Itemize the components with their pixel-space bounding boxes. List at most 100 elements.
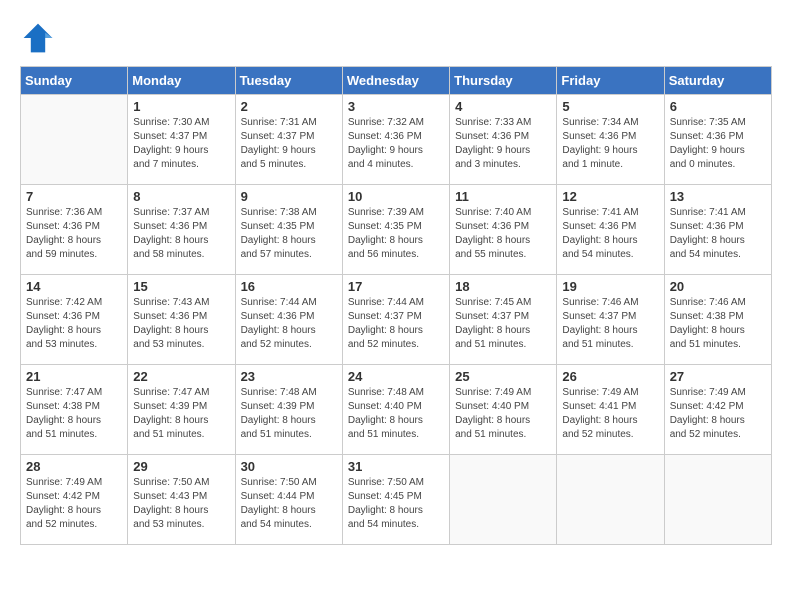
day-number: 3 <box>348 99 444 114</box>
day-info: Sunrise: 7:38 AMSunset: 4:35 PMDaylight:… <box>241 206 337 262</box>
day-number: 27 <box>670 369 766 384</box>
calendar-day-cell: 23 Sunrise: 7:48 AMSunset: 4:39 PMDayligh… <box>235 365 342 455</box>
calendar-week-row: 1 Sunrise: 7:30 AMSunset: 4:37 PMDaylight… <box>21 95 772 185</box>
day-number: 2 <box>241 99 337 114</box>
day-number: 8 <box>133 189 229 204</box>
day-number: 19 <box>562 279 658 294</box>
weekday-header: Tuesday <box>235 67 342 95</box>
calendar-day-cell: 21Sunrise: 7:47 AMSunset: 4:38 PMDayligh… <box>21 365 128 455</box>
day-number: 23 <box>241 369 337 384</box>
day-info: Sunrise: 7:43 AMSunset: 4:36 PMDaylight:… <box>133 296 229 352</box>
calendar-week-row: 14 Sunrise: 7:42 AMSunset: 4:36 PMDayligh… <box>21 275 772 365</box>
day-info: Sunrise: 7:49 AMSunset: 4:40 PMDaylight:… <box>455 386 551 442</box>
calendar-day-cell: 26Sunrise: 7:49 AMSunset: 4:41 PMDayligh… <box>557 365 664 455</box>
day-number: 16 <box>241 279 337 294</box>
calendar-header-row: SundayMondayTuesdayWednesdayThursdayFrid… <box>21 67 772 95</box>
day-number: 26 <box>562 369 658 384</box>
day-number: 31 <box>348 459 444 474</box>
calendar-week-row: 21Sunrise: 7:47 AMSunset: 4:38 PMDayligh… <box>21 365 772 455</box>
calendar-day-cell: 28Sunrise: 7:49 AMSunset: 4:42 PMDayligh… <box>21 455 128 545</box>
calendar-day-cell: 16 Sunrise: 7:44 AMSunset: 4:36 PMDayligh… <box>235 275 342 365</box>
day-number: 17 <box>348 279 444 294</box>
logo <box>20 20 60 56</box>
day-info: Sunrise: 7:30 AMSunset: 4:37 PMDaylight:… <box>133 116 229 172</box>
day-number: 6 <box>670 99 766 114</box>
calendar-day-cell: 1 Sunrise: 7:30 AMSunset: 4:37 PMDaylight… <box>128 95 235 185</box>
calendar-day-cell: 7 Sunrise: 7:36 AMSunset: 4:36 PMDaylight… <box>21 185 128 275</box>
calendar-day-cell: 17 Sunrise: 7:44 AMSunset: 4:37 PMDayligh… <box>342 275 449 365</box>
calendar: SundayMondayTuesdayWednesdayThursdayFrid… <box>20 66 772 545</box>
day-info: Sunrise: 7:42 AMSunset: 4:36 PMDaylight:… <box>26 296 122 352</box>
weekday-header: Sunday <box>21 67 128 95</box>
day-number: 13 <box>670 189 766 204</box>
day-info: Sunrise: 7:49 AMSunset: 4:42 PMDaylight:… <box>670 386 766 442</box>
day-info: Sunrise: 7:33 AMSunset: 4:36 PMDaylight:… <box>455 116 551 172</box>
calendar-day-cell: 12 Sunrise: 7:41 AMSunset: 4:36 PMDayligh… <box>557 185 664 275</box>
calendar-day-cell: 13 Sunrise: 7:41 AMSunset: 4:36 PMDayligh… <box>664 185 771 275</box>
day-number: 12 <box>562 189 658 204</box>
calendar-day-cell <box>21 95 128 185</box>
calendar-day-cell: 29Sunrise: 7:50 AMSunset: 4:43 PMDayligh… <box>128 455 235 545</box>
day-info: Sunrise: 7:46 AMSunset: 4:38 PMDaylight:… <box>670 296 766 352</box>
day-info: Sunrise: 7:39 AMSunset: 4:35 PMDaylight:… <box>348 206 444 262</box>
calendar-day-cell: 3 Sunrise: 7:32 AMSunset: 4:36 PMDaylight… <box>342 95 449 185</box>
logo-icon <box>20 20 56 56</box>
calendar-day-cell: 31 Sunrise: 7:50 AMSunset: 4:45 PMDayligh… <box>342 455 449 545</box>
weekday-header: Saturday <box>664 67 771 95</box>
weekday-header: Monday <box>128 67 235 95</box>
day-info: Sunrise: 7:41 AMSunset: 4:36 PMDaylight:… <box>670 206 766 262</box>
calendar-day-cell: 2 Sunrise: 7:31 AMSunset: 4:37 PMDaylight… <box>235 95 342 185</box>
calendar-week-row: 7 Sunrise: 7:36 AMSunset: 4:36 PMDaylight… <box>21 185 772 275</box>
day-number: 9 <box>241 189 337 204</box>
day-number: 30 <box>241 459 337 474</box>
day-info: Sunrise: 7:47 AMSunset: 4:39 PMDaylight:… <box>133 386 229 442</box>
day-number: 29 <box>133 459 229 474</box>
calendar-day-cell: 5Sunrise: 7:34 AMSunset: 4:36 PMDaylight… <box>557 95 664 185</box>
day-number: 5 <box>562 99 658 114</box>
calendar-day-cell: 20 Sunrise: 7:46 AMSunset: 4:38 PMDayligh… <box>664 275 771 365</box>
day-number: 24 <box>348 369 444 384</box>
calendar-day-cell: 6Sunrise: 7:35 AMSunset: 4:36 PMDaylight… <box>664 95 771 185</box>
day-info: Sunrise: 7:31 AMSunset: 4:37 PMDaylight:… <box>241 116 337 172</box>
calendar-day-cell: 19 Sunrise: 7:46 AMSunset: 4:37 PMDayligh… <box>557 275 664 365</box>
day-number: 22 <box>133 369 229 384</box>
calendar-day-cell: 9 Sunrise: 7:38 AMSunset: 4:35 PMDaylight… <box>235 185 342 275</box>
day-number: 20 <box>670 279 766 294</box>
day-info: Sunrise: 7:44 AMSunset: 4:36 PMDaylight:… <box>241 296 337 352</box>
day-number: 14 <box>26 279 122 294</box>
calendar-week-row: 28Sunrise: 7:49 AMSunset: 4:42 PMDayligh… <box>21 455 772 545</box>
day-number: 11 <box>455 189 551 204</box>
day-info: Sunrise: 7:44 AMSunset: 4:37 PMDaylight:… <box>348 296 444 352</box>
day-number: 4 <box>455 99 551 114</box>
calendar-day-cell: 18Sunrise: 7:45 AMSunset: 4:37 PMDayligh… <box>450 275 557 365</box>
weekday-header: Friday <box>557 67 664 95</box>
calendar-day-cell: 15Sunrise: 7:43 AMSunset: 4:36 PMDayligh… <box>128 275 235 365</box>
day-info: Sunrise: 7:37 AMSunset: 4:36 PMDaylight:… <box>133 206 229 262</box>
day-number: 7 <box>26 189 122 204</box>
calendar-day-cell: 11 Sunrise: 7:40 AMSunset: 4:36 PMDayligh… <box>450 185 557 275</box>
calendar-day-cell: 8 Sunrise: 7:37 AMSunset: 4:36 PMDaylight… <box>128 185 235 275</box>
day-info: Sunrise: 7:32 AMSunset: 4:36 PMDaylight:… <box>348 116 444 172</box>
day-info: Sunrise: 7:36 AMSunset: 4:36 PMDaylight:… <box>26 206 122 262</box>
day-info: Sunrise: 7:47 AMSunset: 4:38 PMDaylight:… <box>26 386 122 442</box>
calendar-day-cell: 22 Sunrise: 7:47 AMSunset: 4:39 PMDayligh… <box>128 365 235 455</box>
page-header <box>20 20 772 56</box>
day-number: 18 <box>455 279 551 294</box>
calendar-day-cell: 24Sunrise: 7:48 AMSunset: 4:40 PMDayligh… <box>342 365 449 455</box>
day-info: Sunrise: 7:48 AMSunset: 4:39 PMDaylight:… <box>241 386 337 442</box>
weekday-header: Wednesday <box>342 67 449 95</box>
day-number: 10 <box>348 189 444 204</box>
day-info: Sunrise: 7:40 AMSunset: 4:36 PMDaylight:… <box>455 206 551 262</box>
calendar-day-cell: 25Sunrise: 7:49 AMSunset: 4:40 PMDayligh… <box>450 365 557 455</box>
day-info: Sunrise: 7:41 AMSunset: 4:36 PMDaylight:… <box>562 206 658 262</box>
day-info: Sunrise: 7:46 AMSunset: 4:37 PMDaylight:… <box>562 296 658 352</box>
day-number: 28 <box>26 459 122 474</box>
calendar-day-cell <box>664 455 771 545</box>
calendar-day-cell: 10 Sunrise: 7:39 AMSunset: 4:35 PMDayligh… <box>342 185 449 275</box>
day-info: Sunrise: 7:50 AMSunset: 4:45 PMDaylight:… <box>348 476 444 532</box>
calendar-day-cell: 4 Sunrise: 7:33 AMSunset: 4:36 PMDaylight… <box>450 95 557 185</box>
calendar-day-cell: 14 Sunrise: 7:42 AMSunset: 4:36 PMDayligh… <box>21 275 128 365</box>
day-info: Sunrise: 7:50 AMSunset: 4:44 PMDaylight:… <box>241 476 337 532</box>
day-number: 1 <box>133 99 229 114</box>
calendar-day-cell <box>450 455 557 545</box>
